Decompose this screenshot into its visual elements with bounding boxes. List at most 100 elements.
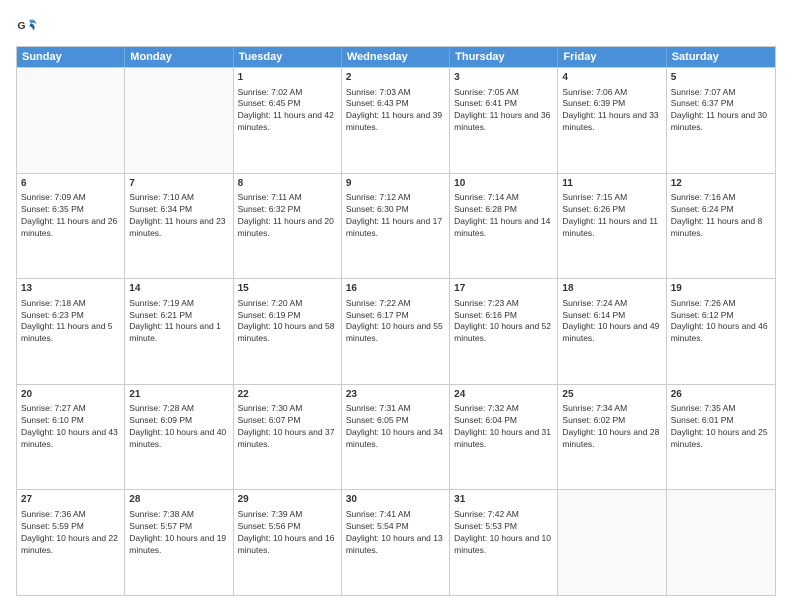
calendar-day-2: 2Sunrise: 7:03 AMSunset: 6:43 PMDaylight… <box>342 68 450 173</box>
logo: G <box>16 16 42 38</box>
day-info: Sunrise: 7:42 AMSunset: 5:53 PMDaylight:… <box>454 509 553 557</box>
calendar: SundayMondayTuesdayWednesdayThursdayFrid… <box>16 46 776 596</box>
day-number: 27 <box>21 493 120 507</box>
calendar-week-2: 6Sunrise: 7:09 AMSunset: 6:35 PMDaylight… <box>17 173 775 279</box>
day-info: Sunrise: 7:18 AMSunset: 6:23 PMDaylight:… <box>21 298 120 346</box>
calendar-day-5: 5 Sunrise: 7:07 AMSunset: 6:37 PMDaylight… <box>667 68 775 173</box>
calendar-day-18: 18 Sunrise: 7:24 AMSunset: 6:14 PMDayligh… <box>558 279 666 384</box>
day-header-sunday: Sunday <box>17 47 125 67</box>
calendar-day-11: 11Sunrise: 7:15 AMSunset: 6:26 PMDayligh… <box>558 174 666 279</box>
calendar-day-21: 21Sunrise: 7:28 AMSunset: 6:09 PMDayligh… <box>125 385 233 490</box>
calendar-day-empty <box>125 68 233 173</box>
svg-text:G: G <box>17 21 25 32</box>
day-number: 5 <box>671 71 771 85</box>
day-info: Sunrise: 7:09 AMSunset: 6:35 PMDaylight:… <box>21 192 120 240</box>
day-info: Sunrise: 7:34 AMSunset: 6:02 PMDaylight:… <box>562 403 661 451</box>
calendar-week-1: 1 Sunrise: 7:02 AMSunset: 6:45 PMDaylight… <box>17 67 775 173</box>
day-info: Sunrise: 7:03 AMSunset: 6:43 PMDaylight:… <box>346 87 445 135</box>
day-number: 19 <box>671 282 771 296</box>
day-number: 3 <box>454 71 553 85</box>
day-number: 22 <box>238 388 337 402</box>
calendar-day-14: 14Sunrise: 7:19 AMSunset: 6:21 PMDayligh… <box>125 279 233 384</box>
day-header-monday: Monday <box>125 47 233 67</box>
calendar-week-3: 13 Sunrise: 7:18 AMSunset: 6:23 PMDayligh… <box>17 278 775 384</box>
day-info: Sunrise: 7:15 AMSunset: 6:26 PMDaylight:… <box>562 192 661 240</box>
calendar-day-28: 28Sunrise: 7:38 AMSunset: 5:57 PMDayligh… <box>125 490 233 595</box>
day-number: 6 <box>21 177 120 191</box>
day-number: 29 <box>238 493 337 507</box>
calendar-body: 1 Sunrise: 7:02 AMSunset: 6:45 PMDaylight… <box>17 67 775 595</box>
day-info: Sunrise: 7:20 AMSunset: 6:19 PMDaylight:… <box>238 298 337 346</box>
calendar-day-6: 6Sunrise: 7:09 AMSunset: 6:35 PMDaylight… <box>17 174 125 279</box>
calendar-day-20: 20Sunrise: 7:27 AMSunset: 6:10 PMDayligh… <box>17 385 125 490</box>
day-info: Sunrise: 7:30 AMSunset: 6:07 PMDaylight:… <box>238 403 337 451</box>
calendar-day-7: 7Sunrise: 7:10 AMSunset: 6:34 PMDaylight… <box>125 174 233 279</box>
day-number: 12 <box>671 177 771 191</box>
day-header-thursday: Thursday <box>450 47 558 67</box>
calendar-day-31: 31 Sunrise: 7:42 AMSunset: 5:53 PMDayligh… <box>450 490 558 595</box>
day-number: 7 <box>129 177 228 191</box>
logo-icon: G <box>16 16 38 38</box>
calendar-day-30: 30 Sunrise: 7:41 AMSunset: 5:54 PMDayligh… <box>342 490 450 595</box>
day-info: Sunrise: 7:22 AMSunset: 6:17 PMDaylight:… <box>346 298 445 346</box>
day-number: 8 <box>238 177 337 191</box>
day-number: 11 <box>562 177 661 191</box>
calendar-day-24: 24Sunrise: 7:32 AMSunset: 6:04 PMDayligh… <box>450 385 558 490</box>
calendar-day-19: 19 Sunrise: 7:26 AMSunset: 6:12 PMDayligh… <box>667 279 775 384</box>
day-info: Sunrise: 7:06 AMSunset: 6:39 PMDaylight:… <box>562 87 661 135</box>
calendar-day-23: 23Sunrise: 7:31 AMSunset: 6:05 PMDayligh… <box>342 385 450 490</box>
day-number: 9 <box>346 177 445 191</box>
calendar-day-13: 13 Sunrise: 7:18 AMSunset: 6:23 PMDayligh… <box>17 279 125 384</box>
day-info: Sunrise: 7:07 AMSunset: 6:37 PMDaylight:… <box>671 87 771 135</box>
day-info: Sunrise: 7:02 AMSunset: 6:45 PMDaylight:… <box>238 87 337 135</box>
day-header-friday: Friday <box>558 47 666 67</box>
day-number: 25 <box>562 388 661 402</box>
day-number: 18 <box>562 282 661 296</box>
day-number: 26 <box>671 388 771 402</box>
day-number: 4 <box>562 71 661 85</box>
day-info: Sunrise: 7:05 AMSunset: 6:41 PMDaylight:… <box>454 87 553 135</box>
calendar-day-12: 12Sunrise: 7:16 AMSunset: 6:24 PMDayligh… <box>667 174 775 279</box>
calendar-day-empty <box>17 68 125 173</box>
day-info: Sunrise: 7:27 AMSunset: 6:10 PMDaylight:… <box>21 403 120 451</box>
calendar-week-5: 27 Sunrise: 7:36 AMSunset: 5:59 PMDayligh… <box>17 489 775 595</box>
day-info: Sunrise: 7:38 AMSunset: 5:57 PMDaylight:… <box>129 509 228 557</box>
day-info: Sunrise: 7:35 AMSunset: 6:01 PMDaylight:… <box>671 403 771 451</box>
day-info: Sunrise: 7:36 AMSunset: 5:59 PMDaylight:… <box>21 509 120 557</box>
calendar-day-10: 10Sunrise: 7:14 AMSunset: 6:28 PMDayligh… <box>450 174 558 279</box>
day-info: Sunrise: 7:31 AMSunset: 6:05 PMDaylight:… <box>346 403 445 451</box>
page-header: G <box>16 16 776 38</box>
calendar-day-3: 3 Sunrise: 7:05 AMSunset: 6:41 PMDaylight… <box>450 68 558 173</box>
day-number: 17 <box>454 282 553 296</box>
day-number: 20 <box>21 388 120 402</box>
day-number: 30 <box>346 493 445 507</box>
day-number: 13 <box>21 282 120 296</box>
day-info: Sunrise: 7:16 AMSunset: 6:24 PMDaylight:… <box>671 192 771 240</box>
day-number: 10 <box>454 177 553 191</box>
day-header-tuesday: Tuesday <box>234 47 342 67</box>
calendar-day-empty <box>667 490 775 595</box>
day-number: 15 <box>238 282 337 296</box>
day-info: Sunrise: 7:12 AMSunset: 6:30 PMDaylight:… <box>346 192 445 240</box>
day-info: Sunrise: 7:24 AMSunset: 6:14 PMDaylight:… <box>562 298 661 346</box>
calendar-day-9: 9Sunrise: 7:12 AMSunset: 6:30 PMDaylight… <box>342 174 450 279</box>
calendar-day-16: 16 Sunrise: 7:22 AMSunset: 6:17 PMDayligh… <box>342 279 450 384</box>
calendar-day-29: 29Sunrise: 7:39 AMSunset: 5:56 PMDayligh… <box>234 490 342 595</box>
day-header-saturday: Saturday <box>667 47 775 67</box>
day-info: Sunrise: 7:14 AMSunset: 6:28 PMDaylight:… <box>454 192 553 240</box>
day-number: 24 <box>454 388 553 402</box>
day-number: 16 <box>346 282 445 296</box>
calendar-day-15: 15 Sunrise: 7:20 AMSunset: 6:19 PMDayligh… <box>234 279 342 384</box>
calendar-day-4: 4 Sunrise: 7:06 AMSunset: 6:39 PMDaylight… <box>558 68 666 173</box>
day-info: Sunrise: 7:26 AMSunset: 6:12 PMDaylight:… <box>671 298 771 346</box>
day-info: Sunrise: 7:41 AMSunset: 5:54 PMDaylight:… <box>346 509 445 557</box>
calendar-day-8: 8Sunrise: 7:11 AMSunset: 6:32 PMDaylight… <box>234 174 342 279</box>
day-number: 31 <box>454 493 553 507</box>
day-info: Sunrise: 7:11 AMSunset: 6:32 PMDaylight:… <box>238 192 337 240</box>
day-info: Sunrise: 7:28 AMSunset: 6:09 PMDaylight:… <box>129 403 228 451</box>
day-number: 21 <box>129 388 228 402</box>
calendar-week-4: 20Sunrise: 7:27 AMSunset: 6:10 PMDayligh… <box>17 384 775 490</box>
day-number: 23 <box>346 388 445 402</box>
day-header-wednesday: Wednesday <box>342 47 450 67</box>
day-number: 1 <box>238 71 337 85</box>
